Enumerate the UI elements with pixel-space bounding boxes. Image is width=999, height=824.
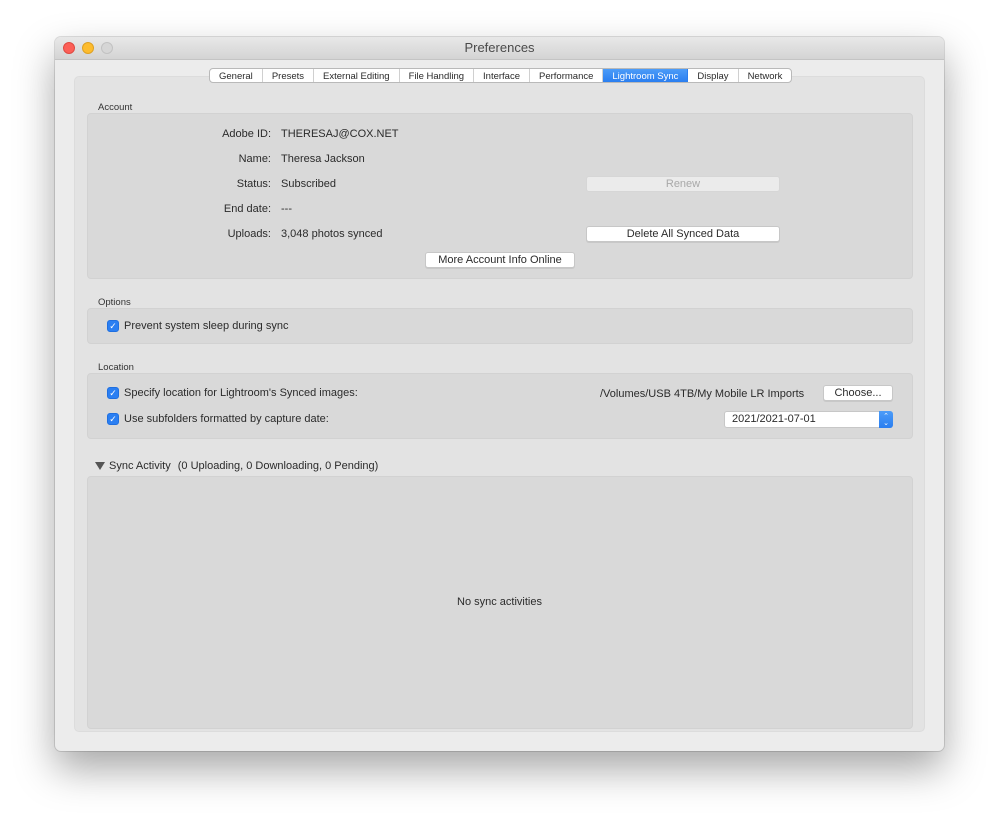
name-label: Name: <box>238 153 271 165</box>
delete-all-synced-data-button[interactable]: Delete All Synced Data <box>586 226 780 242</box>
more-account-info-button[interactable]: More Account Info Online <box>425 252 575 268</box>
account-group: Adobe ID: THERESAJ@COX.NET Name: Theresa… <box>87 113 913 279</box>
lightroom-sync-panel: Account Adobe ID: THERESAJ@COX.NET Name:… <box>74 76 925 732</box>
sync-activity-disclosure[interactable]: Sync Activity (0 Uploading, 0 Downloadin… <box>95 460 378 472</box>
tab-general[interactable]: General <box>210 69 263 82</box>
preferences-window: Preferences General Presets External Edi… <box>55 37 944 751</box>
specify-location-checkbox[interactable]: ✓ <box>107 387 119 399</box>
adobe-id-label: Adobe ID: <box>222 128 271 140</box>
sync-activity-label: Sync Activity <box>109 460 171 472</box>
account-section-label: Account <box>98 102 133 113</box>
use-subfolders-label: Use subfolders formatted by capture date… <box>124 413 329 425</box>
tab-presets[interactable]: Presets <box>263 69 315 82</box>
subfolder-format-value: 2021/2021-07-01 <box>732 413 816 425</box>
sync-location-path: /Volumes/USB 4TB/My Mobile LR Imports <box>600 388 805 400</box>
sync-activity-list: No sync activities <box>87 476 913 729</box>
status-label: Status: <box>236 178 271 190</box>
chevron-up-icon: ⌃ <box>883 412 889 420</box>
no-sync-activities-message: No sync activities <box>457 596 542 608</box>
disclosure-triangle-icon[interactable] <box>95 462 105 470</box>
sync-activity-summary: (0 Uploading, 0 Downloading, 0 Pending) <box>177 460 379 472</box>
select-stepper-icon[interactable]: ⌃ ⌄ <box>879 411 893 428</box>
preferences-tabs: General Presets External Editing File Ha… <box>209 68 793 83</box>
window-title: Preferences <box>464 40 535 55</box>
chevron-down-icon: ⌄ <box>883 419 889 427</box>
subfolder-format-select[interactable]: 2021/2021-07-01 ⌃ ⌄ <box>724 411 893 428</box>
location-group: ✓ Specify location for Lightroom's Synce… <box>87 373 913 439</box>
tab-network[interactable]: Network <box>739 69 792 82</box>
name-value: Theresa Jackson <box>281 153 365 165</box>
prevent-sleep-label: Prevent system sleep during sync <box>124 320 289 332</box>
tab-display[interactable]: Display <box>688 69 739 82</box>
prevent-sleep-option[interactable]: ✓ Prevent system sleep during sync <box>107 320 288 332</box>
options-group: ✓ Prevent system sleep during sync <box>87 308 913 344</box>
use-subfolders-checkbox[interactable]: ✓ <box>107 413 119 425</box>
specify-location-option[interactable]: ✓ Specify location for Lightroom's Synce… <box>107 387 358 399</box>
end-date-value: --- <box>281 203 292 215</box>
tab-external-editing[interactable]: External Editing <box>314 69 400 82</box>
specify-location-label: Specify location for Lightroom's Synced … <box>124 387 358 399</box>
prevent-sleep-checkbox[interactable]: ✓ <box>107 320 119 332</box>
tab-file-handling[interactable]: File Handling <box>400 69 475 82</box>
tab-lightroom-sync[interactable]: Lightroom Sync <box>603 69 689 82</box>
use-subfolders-option[interactable]: ✓ Use subfolders formatted by capture da… <box>107 413 329 425</box>
options-section-label: Options <box>98 297 131 308</box>
end-date-label: End date: <box>223 203 271 215</box>
status-value: Subscribed <box>281 178 337 190</box>
uploads-label: Uploads: <box>227 228 271 240</box>
tab-performance[interactable]: Performance <box>530 69 604 82</box>
renew-button[interactable]: Renew <box>586 176 780 192</box>
choose-location-button[interactable]: Choose... <box>823 385 893 401</box>
location-section-label: Location <box>98 362 134 373</box>
tab-interface[interactable]: Interface <box>474 69 530 82</box>
uploads-value: 3,048 photos synced <box>281 228 383 240</box>
title-bar: Preferences <box>55 37 944 60</box>
adobe-id-value: THERESAJ@COX.NET <box>281 128 399 140</box>
